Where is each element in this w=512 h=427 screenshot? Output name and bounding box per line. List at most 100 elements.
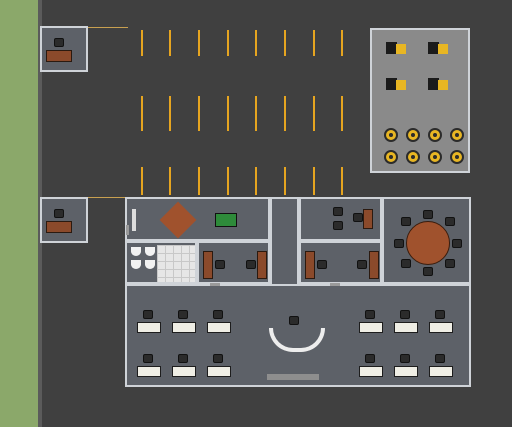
parking-stripe xyxy=(227,30,229,56)
workstation-icon xyxy=(172,366,196,377)
chair-icon xyxy=(365,310,375,319)
toilet-icon xyxy=(131,247,141,256)
fence-line xyxy=(88,27,128,28)
door[interactable] xyxy=(210,283,220,286)
parking-stripe xyxy=(284,30,286,56)
toilet-icon xyxy=(131,260,141,269)
chair-icon xyxy=(452,239,462,248)
fan-icon xyxy=(406,150,420,164)
chair-icon xyxy=(435,354,445,363)
fan-icon xyxy=(428,128,442,142)
foosball-table-icon xyxy=(215,213,237,227)
generator-yard xyxy=(370,28,470,173)
workstation-icon xyxy=(359,322,383,333)
chair-icon xyxy=(401,217,411,226)
workstation-icon xyxy=(394,322,418,333)
workstation-icon xyxy=(359,366,383,377)
parking-stripe xyxy=(255,167,257,195)
chair-icon xyxy=(213,354,223,363)
generator-icon xyxy=(428,40,448,56)
chair-icon xyxy=(317,260,327,269)
workstation-icon xyxy=(137,366,161,377)
chair-icon xyxy=(178,354,188,363)
chair-icon xyxy=(394,239,404,248)
chair-icon xyxy=(333,207,343,216)
chair-icon xyxy=(333,221,343,230)
desk-icon xyxy=(363,209,373,229)
chair-icon xyxy=(400,310,410,319)
guard-booth-south xyxy=(40,197,88,243)
chair-icon xyxy=(246,260,256,269)
parking-stripe xyxy=(284,167,286,195)
generator-icon xyxy=(386,76,406,92)
parking-stripe xyxy=(169,30,171,56)
chair-icon xyxy=(400,354,410,363)
chair-icon xyxy=(401,259,411,268)
office-right xyxy=(299,241,382,284)
chair-icon xyxy=(445,259,455,268)
chair-icon xyxy=(213,310,223,319)
workstation-icon xyxy=(429,366,453,377)
parking-stripe xyxy=(313,30,315,56)
guard-booth-north xyxy=(40,26,88,72)
fan-icon xyxy=(384,150,398,164)
chair-icon xyxy=(54,209,64,218)
parking-stripe xyxy=(341,167,343,195)
parking-stripe xyxy=(227,96,229,131)
desk-icon xyxy=(369,251,379,279)
reception-desk-icon xyxy=(269,328,325,352)
generator-icon xyxy=(428,76,448,92)
parking-stripe xyxy=(341,96,343,131)
fan-icon xyxy=(450,150,464,164)
parking-stripe xyxy=(313,167,315,195)
chair-icon xyxy=(54,38,64,47)
fence-line xyxy=(88,197,128,198)
chair-icon xyxy=(357,260,367,269)
restroom xyxy=(125,241,197,284)
parking-stripe xyxy=(255,96,257,131)
corridor xyxy=(270,199,299,284)
chair-icon xyxy=(289,316,299,325)
open-office xyxy=(125,284,471,387)
desk-icon xyxy=(46,50,72,62)
desk-icon xyxy=(257,251,267,279)
conference-room xyxy=(382,197,471,284)
conference-table-icon xyxy=(406,221,450,265)
chair-icon xyxy=(353,213,363,222)
parking-stripe xyxy=(198,167,200,195)
tile-floor xyxy=(157,245,195,282)
chair-icon xyxy=(365,354,375,363)
desk-icon xyxy=(203,251,213,279)
generator-icon xyxy=(386,40,406,56)
parking-stripe xyxy=(341,30,343,56)
chair-icon xyxy=(215,260,225,269)
door[interactable] xyxy=(126,225,129,235)
parking-stripe xyxy=(255,30,257,56)
parking-stripe xyxy=(141,96,143,131)
fan-icon xyxy=(384,128,398,142)
desk-icon xyxy=(305,251,315,279)
parking-stripe xyxy=(198,96,200,131)
desk-icon xyxy=(46,221,72,233)
parking-stripe xyxy=(198,30,200,56)
parking-stripe xyxy=(169,167,171,195)
counter-icon xyxy=(132,209,136,231)
chair-icon xyxy=(445,217,455,226)
fan-icon xyxy=(428,150,442,164)
chair-icon xyxy=(143,310,153,319)
parking-stripe xyxy=(227,167,229,195)
workstation-icon xyxy=(172,322,196,333)
chair-icon xyxy=(423,210,433,219)
office-left xyxy=(197,241,270,284)
chair-icon xyxy=(143,354,153,363)
table-icon xyxy=(159,201,197,239)
parking-stripe xyxy=(169,96,171,131)
grass-strip xyxy=(0,0,40,427)
manager-office xyxy=(299,197,382,241)
parking-stripe xyxy=(313,96,315,131)
break-room xyxy=(125,197,270,241)
chair-icon xyxy=(423,267,433,276)
door[interactable] xyxy=(330,283,340,286)
parking-stripe xyxy=(141,167,143,195)
chair-icon xyxy=(435,310,445,319)
